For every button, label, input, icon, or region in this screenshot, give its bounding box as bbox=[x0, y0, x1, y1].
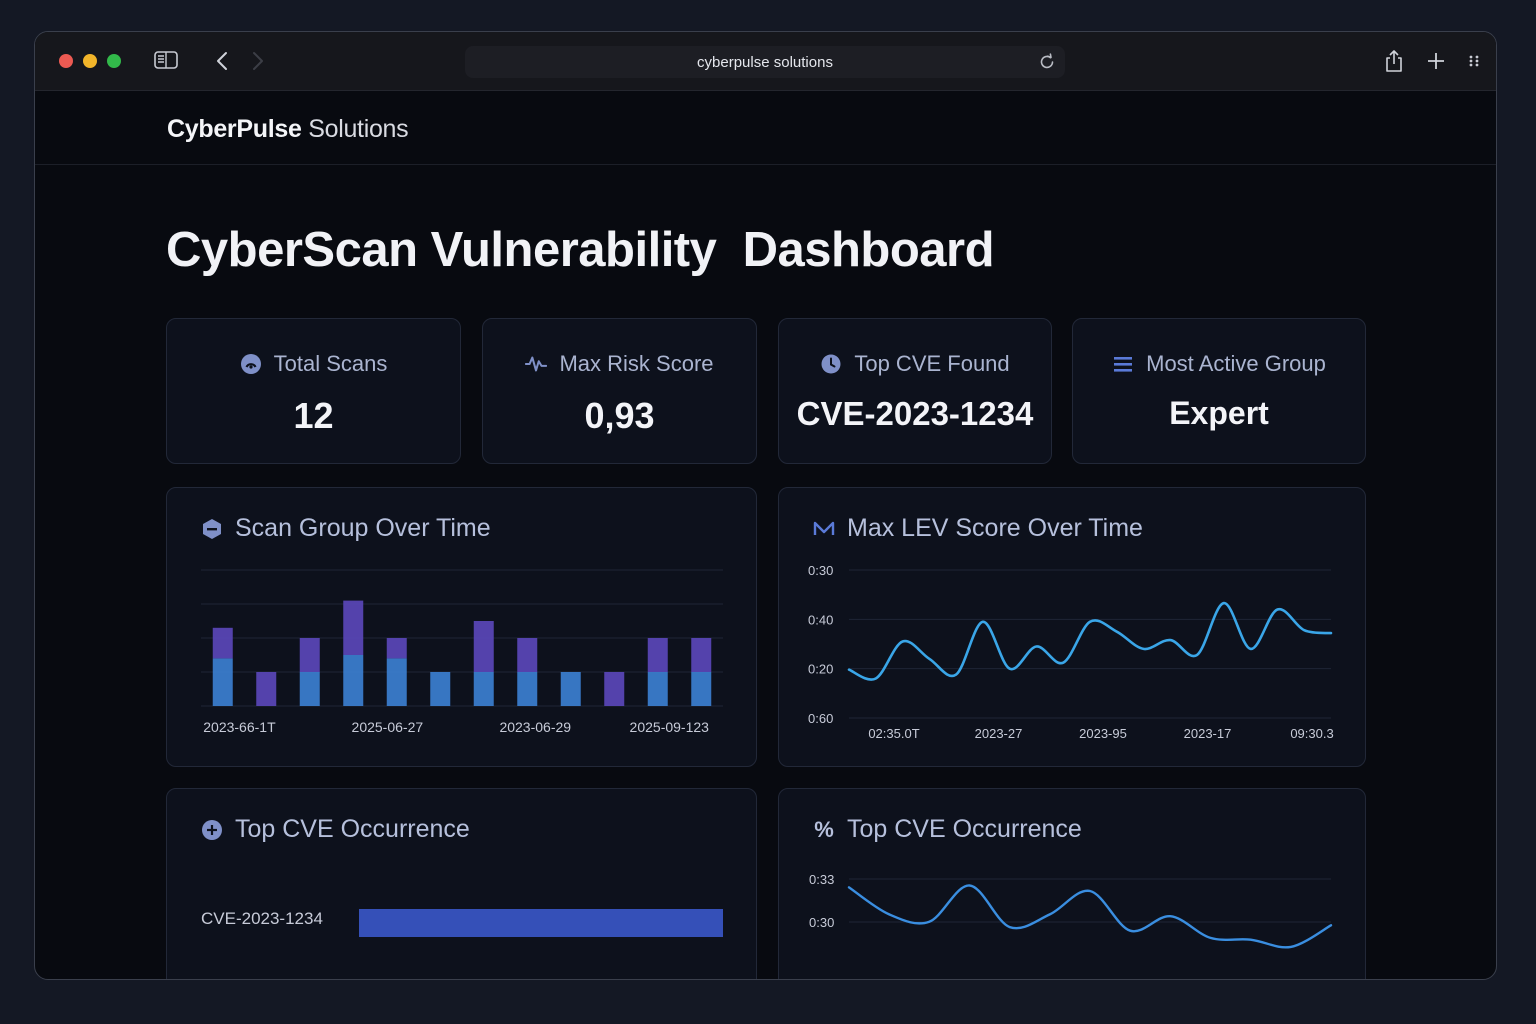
stat-label-active-group: Most Active Group bbox=[1146, 351, 1326, 376]
lev-y-tick-label: 0:20 bbox=[808, 662, 833, 677]
stat-value-max-risk: 0,93 bbox=[584, 395, 655, 436]
list-icon bbox=[1112, 353, 1134, 375]
share-icon[interactable] bbox=[1383, 48, 1405, 74]
address-bar[interactable]: cyberpulse solutions bbox=[465, 46, 1065, 78]
minimize-window-button[interactable] bbox=[83, 54, 97, 68]
lev-y-tick-label: 0:40 bbox=[808, 612, 833, 627]
scan-bar-segment bbox=[212, 627, 233, 659]
scan-bar-segment bbox=[212, 658, 233, 706]
max-lev-series-line bbox=[847, 601, 1333, 681]
lev-y-tick-label: 0:30 bbox=[808, 563, 833, 578]
scan-x-tick-label: 2023-66-1T bbox=[203, 719, 276, 735]
stat-label-total-scans: Total Scans bbox=[273, 351, 388, 376]
scan-bar-segment bbox=[299, 672, 320, 706]
cve-y-tick-label: 0:33 bbox=[809, 872, 834, 887]
scan-bar-segment bbox=[517, 638, 538, 672]
scan-bar-segment bbox=[517, 672, 538, 706]
brand-name-light: Solutions bbox=[308, 115, 409, 143]
scan-bar-segment bbox=[343, 655, 364, 706]
scan-x-tick-label: 2025-06-27 bbox=[352, 719, 424, 735]
lev-x-tick-label: 2023-17 bbox=[1184, 726, 1232, 741]
max-lev-panel: Max LEV Score Over Time 0:30 0:40 0:20 0:60… bbox=[778, 487, 1366, 767]
cve-bar-label: CVE-2023-1234 bbox=[201, 909, 323, 928]
gauge-icon bbox=[240, 353, 262, 375]
scan-group-panel: Scan Group Over Time 2023-66-1T 2025-06-2… bbox=[166, 487, 757, 767]
close-window-button[interactable] bbox=[59, 54, 73, 68]
scan-bar-segment bbox=[386, 638, 407, 659]
brand-name-bold: CyberPulse bbox=[167, 115, 302, 143]
lev-x-tick-label: 02:35.0T bbox=[868, 726, 919, 741]
stat-value-total-scans: 12 bbox=[293, 395, 334, 436]
stat-label-top-cve: Top CVE Found bbox=[854, 351, 1010, 376]
lev-x-tick-label: 2023-27 bbox=[975, 726, 1023, 741]
max-lev-chart: 0:30 0:40 0:20 0:60 02:35.0T 2023-27 2023-95 2… bbox=[808, 563, 1334, 741]
cve-bar bbox=[359, 909, 723, 937]
new-tab-icon[interactable] bbox=[1425, 48, 1447, 74]
maximize-window-button[interactable] bbox=[107, 54, 121, 68]
page-title: CyberScan Vulnerability Dashboard bbox=[166, 223, 995, 277]
lev-x-tick-label: 09:30.3 bbox=[1290, 726, 1333, 741]
top-cve-series-line bbox=[847, 884, 1333, 949]
scan-bar-segment bbox=[691, 638, 712, 672]
pulse-icon bbox=[525, 353, 548, 375]
scan-x-tick-label: 2023-06-29 bbox=[499, 719, 571, 735]
scan-bar-segment bbox=[604, 672, 625, 706]
scan-bar-segment bbox=[386, 658, 407, 706]
stat-card-top-cve: Top CVE Found CVE-2023-1234 bbox=[778, 318, 1052, 464]
forward-arrow-icon[interactable] bbox=[247, 49, 269, 73]
scan-bar-segment bbox=[256, 672, 277, 706]
scan-bar-segment bbox=[473, 672, 494, 706]
stat-label-max-risk: Max Risk Score bbox=[559, 351, 714, 376]
brand-logo[interactable]: CyberPulse Solutions bbox=[167, 115, 409, 144]
tab-overview-icon[interactable] bbox=[1465, 48, 1483, 74]
scan-bar-segment bbox=[560, 672, 581, 706]
lev-y-tick-label: 0:60 bbox=[808, 711, 833, 726]
scan-x-tick-label: 2025-09-123 bbox=[630, 719, 710, 735]
top-cve-bar-chart: CVE-2023-1234 bbox=[201, 909, 723, 937]
browser-window: cyberpulse solutions CyberPulse Solution… bbox=[34, 31, 1497, 980]
back-arrow-icon[interactable] bbox=[211, 49, 233, 73]
top-cve-bar-panel: Top CVE Occurrence CVE-2023-1234 bbox=[166, 788, 757, 979]
scan-bar-segment bbox=[430, 672, 451, 706]
stat-value-top-cve: CVE-2023-1234 bbox=[796, 395, 1034, 432]
clock-icon bbox=[820, 353, 842, 375]
stat-card-max-risk: Max Risk Score 0,93 bbox=[482, 318, 757, 464]
stat-card-active-group: Most Active Group Expert bbox=[1072, 318, 1366, 464]
site-header: CyberPulse Solutions bbox=[35, 91, 1496, 165]
scan-bar-segment bbox=[473, 621, 494, 672]
scan-bar-segment bbox=[299, 638, 320, 672]
address-text: cyberpulse solutions bbox=[697, 53, 833, 71]
scan-bar-segment bbox=[647, 672, 668, 706]
top-cve-line-panel: % Top CVE Occurrence 0:33 0:30 bbox=[778, 788, 1366, 979]
reload-icon[interactable] bbox=[1037, 52, 1057, 72]
scan-group-chart: 2023-66-1T 2025-06-27 2023-06-29 2025-09-12… bbox=[201, 569, 723, 735]
lev-x-tick-label: 2023-95 bbox=[1079, 726, 1127, 741]
top-cve-line-chart: 0:33 0:30 bbox=[809, 872, 1333, 949]
scan-bar-segment bbox=[343, 600, 364, 655]
browser-toolbar: cyberpulse solutions bbox=[35, 32, 1496, 91]
scan-bar-segment bbox=[691, 672, 712, 706]
stat-card-total-scans: Total Scans 12 bbox=[166, 318, 461, 464]
scan-bar-segment bbox=[647, 638, 668, 672]
sidebar-toggle-icon[interactable] bbox=[153, 49, 179, 71]
stat-value-active-group: Expert bbox=[1169, 395, 1269, 431]
cve-y-tick-label: 0:30 bbox=[809, 915, 834, 930]
